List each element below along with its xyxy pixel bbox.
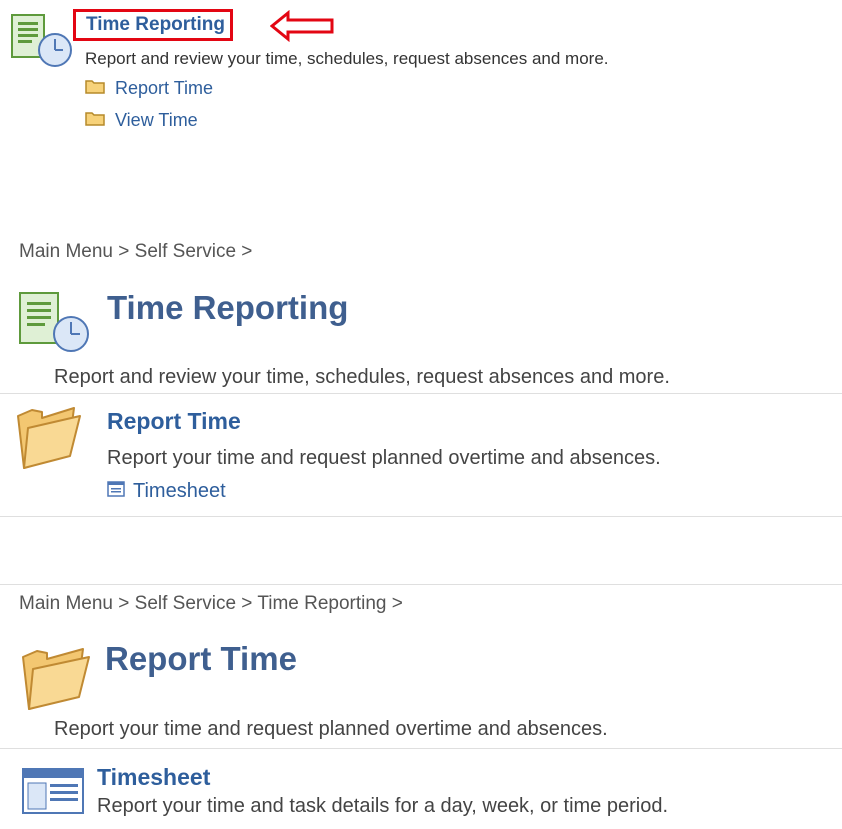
nav-item-report-time[interactable]: Report Time — [85, 78, 213, 99]
page-title: Report Time — [105, 640, 297, 677]
time-reporting-icon — [19, 292, 95, 359]
folder-icon — [19, 643, 95, 718]
breadcrumb[interactable]: Main Menu > Self Service > — [19, 241, 252, 263]
folder-icon — [85, 78, 105, 99]
divider — [0, 748, 842, 749]
folder-icon — [85, 110, 105, 131]
divider — [0, 393, 842, 394]
timesheet-link[interactable]: Timesheet — [133, 480, 226, 503]
nav-item-view-time[interactable]: View Time — [85, 110, 198, 131]
folder-icon — [14, 402, 84, 477]
timesheet-icon — [107, 480, 125, 503]
view-time-link[interactable]: View Time — [115, 110, 198, 131]
time-reporting-link[interactable]: Time Reporting — [86, 14, 225, 35]
red-arrow-icon — [269, 9, 334, 47]
nav-item-timesheet[interactable]: Timesheet — [107, 480, 226, 503]
report-time-description: Report your time and request planned ove… — [107, 447, 661, 469]
divider — [0, 516, 842, 517]
timesheet-link[interactable]: Timesheet — [97, 764, 210, 791]
timesheet-icon — [22, 768, 84, 819]
time-reporting-highlighted-link[interactable]: Time Reporting — [73, 9, 233, 41]
report-time-link[interactable]: Report Time — [115, 78, 213, 99]
timesheet-description: Report your time and task details for a … — [97, 795, 669, 817]
divider — [0, 584, 842, 585]
time-reporting-icon — [11, 14, 75, 73]
report-time-link[interactable]: Report Time — [107, 408, 241, 435]
breadcrumb[interactable]: Main Menu > Self Service > Time Reportin… — [19, 593, 403, 615]
page-description: Report your time and request planned ove… — [54, 718, 608, 740]
section1-description: Report and review your time, schedules, … — [85, 49, 609, 68]
page-description: Report and review your time, schedules, … — [54, 366, 670, 388]
page-title: Time Reporting — [107, 289, 349, 326]
